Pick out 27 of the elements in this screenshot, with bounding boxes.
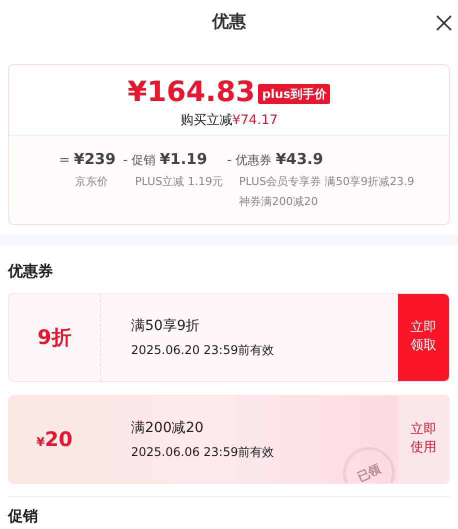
page-title: 优惠 (212, 10, 246, 34)
coupon-value: 9折 (38, 324, 72, 351)
breakdown-note: PLUS立减 1.19元 (134, 174, 223, 190)
coupon-title: 满50享9折 (131, 316, 201, 336)
coupon-validity: 2025.06.06 23:59前有效 (131, 444, 276, 460)
breakdown-note: 神券满200减20 (238, 194, 319, 210)
breakdown-amount: ¥1.19 (160, 149, 208, 170)
operator-sign: - (123, 152, 128, 170)
coupon-action-button[interactable]: 立即使用 (398, 396, 449, 482)
breakdown-label: 优惠券 (236, 152, 272, 169)
breakdown-note: PLUS会员专享券 满50享9折减23.9 (238, 174, 416, 190)
operator-sign: - (227, 152, 232, 170)
price-tag: plus到手价 (258, 84, 330, 104)
section-heading: 优惠券 (6, 261, 54, 282)
breakdown-note: 京东价 (74, 174, 109, 190)
breakdown-amount: ¥239 (74, 149, 116, 170)
breakdown-amount: ¥43.9 (276, 149, 324, 170)
close-icon (436, 15, 452, 31)
coupon-validity: 2025.06.20 23:59前有效 (131, 342, 276, 358)
saving-text: 购买立减¥74.17 (180, 112, 278, 130)
operator-sign: = (59, 152, 70, 170)
coupon-action-button[interactable]: 立即领取 (398, 294, 449, 380)
section-heading: 促销 (6, 506, 39, 526)
breakdown-label: 促销 (132, 152, 156, 169)
final-price: ¥164.83 (128, 75, 256, 109)
coupon-value: ¥20 (36, 426, 73, 453)
coupon-title: 满200减20 (131, 418, 205, 438)
